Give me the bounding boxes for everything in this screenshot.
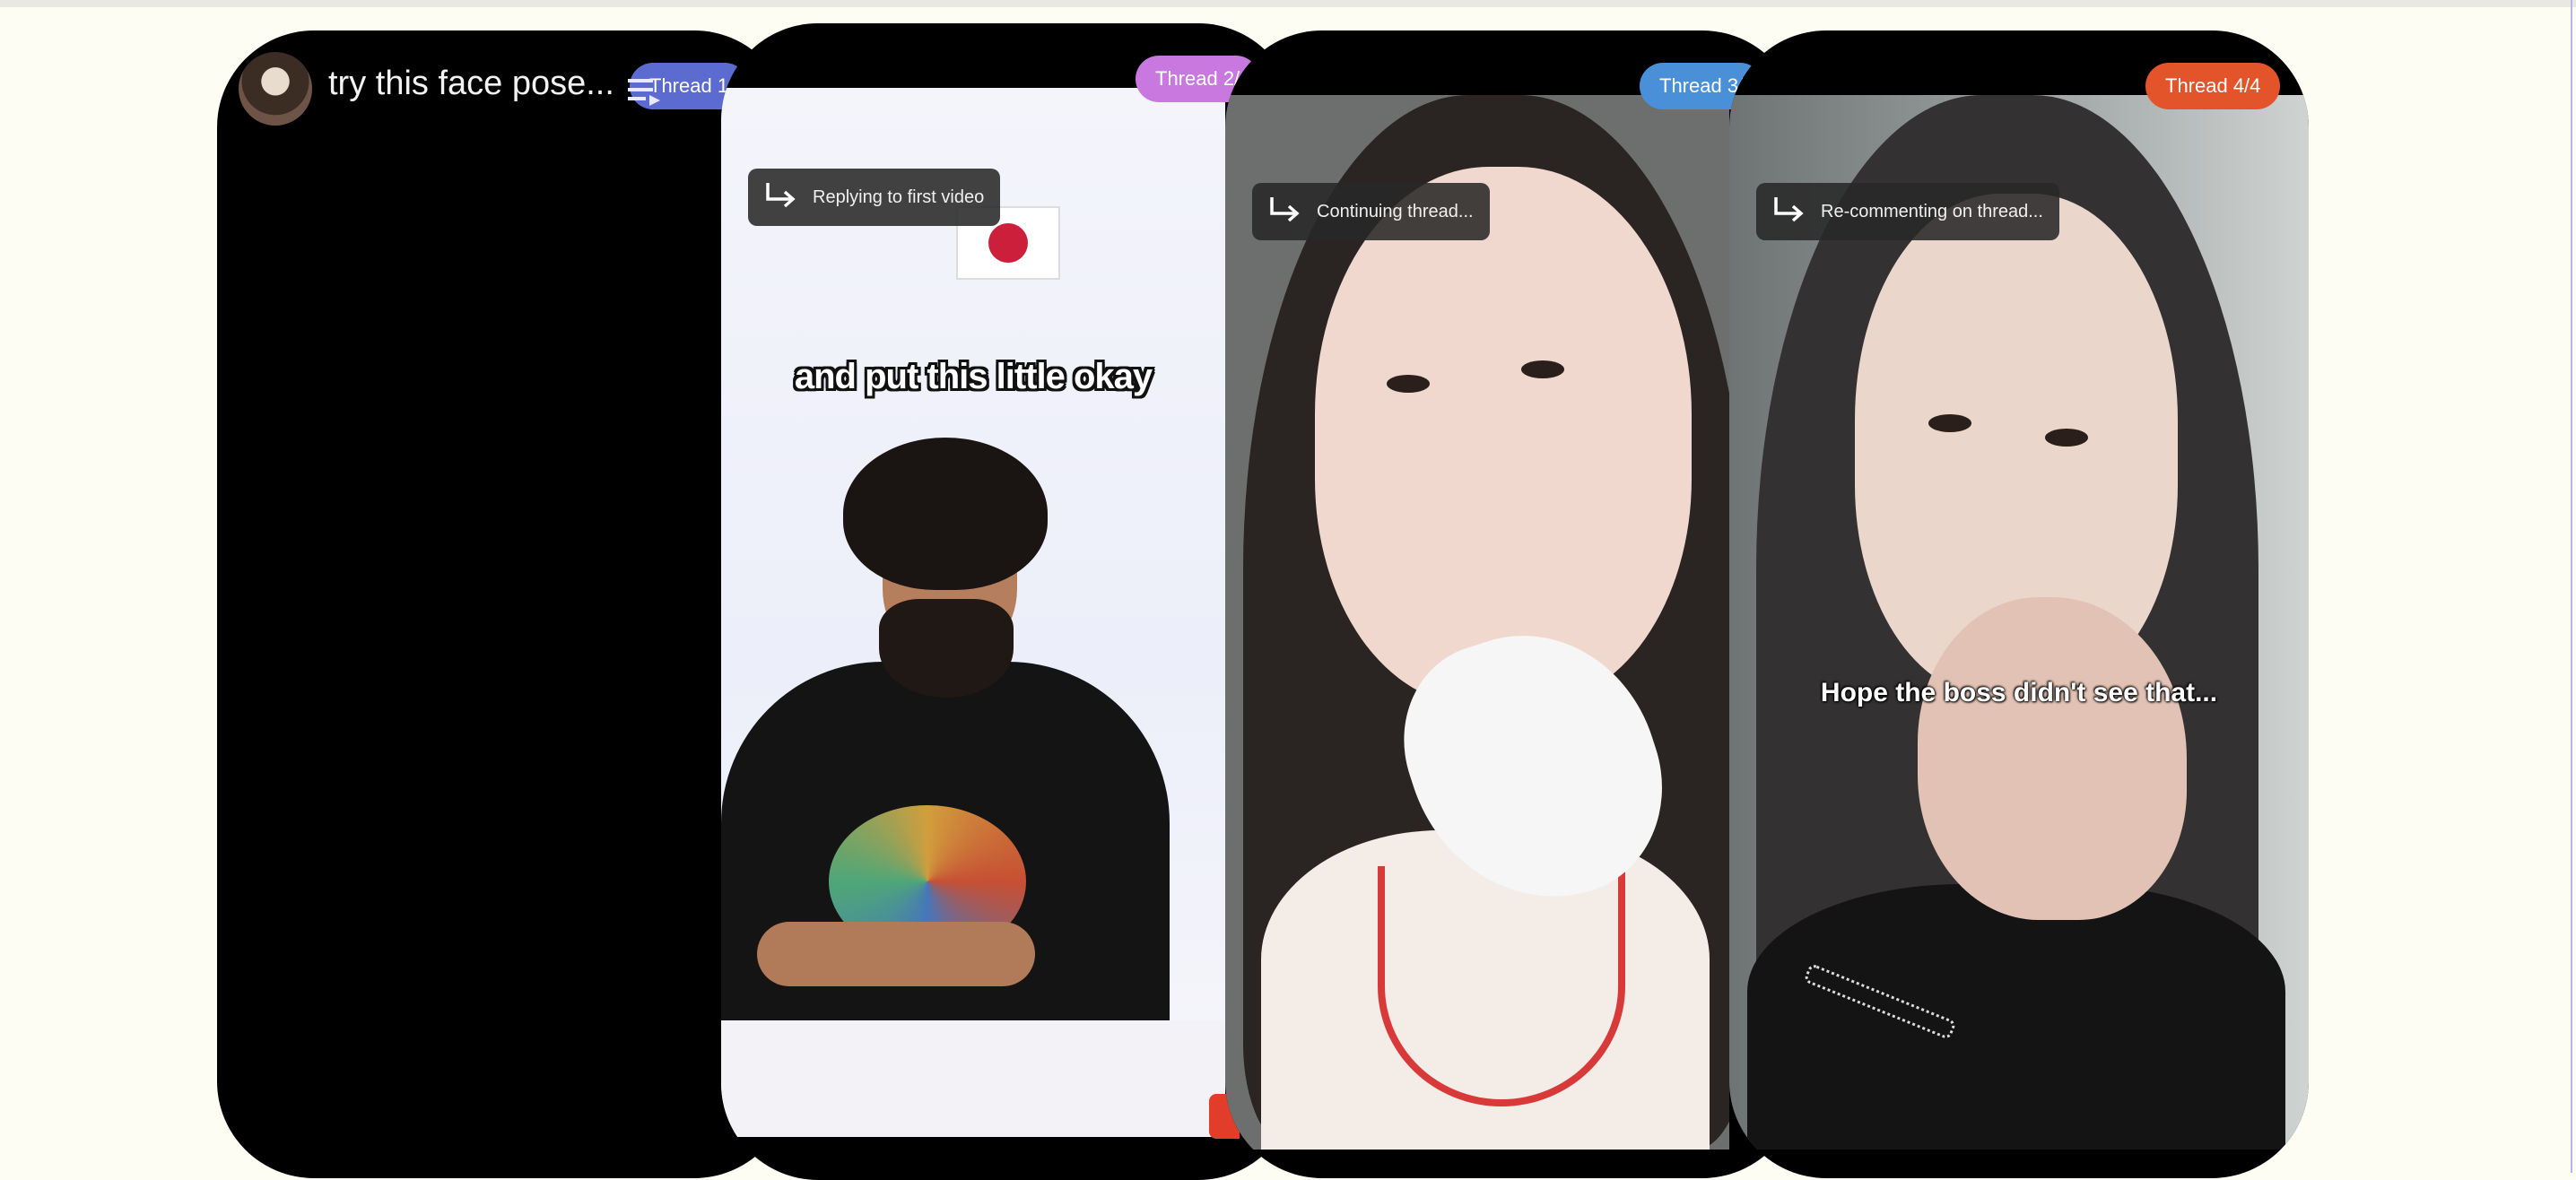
person-face: [1315, 167, 1692, 705]
person-eye: [2045, 429, 2088, 447]
menu-icon[interactable]: [626, 75, 662, 108]
person-shirt: [1747, 884, 2285, 1150]
person-beard: [879, 599, 1014, 698]
table-surface: [721, 1020, 1225, 1137]
reply-chip-label: Continuing thread...: [1317, 201, 1474, 221]
thread-badge[interactable]: Thread 4/4: [2145, 63, 2281, 109]
person-arm: [757, 922, 1035, 986]
thread-card-2[interactable]: Thread 2/ Replying to first video and pu…: [721, 23, 1295, 1180]
person-eye: [1928, 414, 1971, 432]
video-caption: and put this little okay: [794, 357, 1153, 396]
avatar[interactable]: [239, 52, 312, 126]
reply-arrow-icon: [1270, 197, 1300, 222]
reply-arrow-icon: [1774, 197, 1804, 222]
person-eye: [1387, 375, 1430, 393]
reply-chip: Re-commenting on thread...: [1756, 183, 2059, 240]
video-frame[interactable]: Hope the boss didn't see that... Re-comm…: [1729, 95, 2309, 1150]
reply-chip-label: Replying to first video: [813, 187, 985, 207]
reply-chip: Continuing thread...: [1252, 183, 1490, 240]
top-bar: [0, 0, 2576, 7]
person-hair: [843, 438, 1048, 590]
person-eye: [1521, 360, 1564, 378]
reply-chip-label: Re-commenting on thread...: [1821, 201, 2043, 221]
page-edge-line: [2571, 0, 2572, 1173]
video-title: try this face pose...: [328, 65, 614, 102]
reply-arrow-icon: [766, 183, 796, 208]
video-frame[interactable]: Replying to first video and put this lit…: [721, 88, 1225, 1137]
video-frame[interactable]: Continuing thread...: [1225, 95, 1729, 1150]
pajama-collar: [1378, 866, 1625, 1106]
thread-card-1[interactable]: try this face pose... Thread 1: [217, 30, 791, 1178]
person-hand: [1918, 597, 2187, 920]
video-caption: Hope the boss didn't see that...: [1820, 678, 2218, 707]
thread-card-4[interactable]: Thread 4/4 Hope the boss didn't see that…: [1729, 30, 2309, 1178]
thread-card-3[interactable]: Thread 3/ Continuing thread...: [1225, 30, 1799, 1178]
reply-chip: Replying to first video: [748, 169, 1001, 226]
